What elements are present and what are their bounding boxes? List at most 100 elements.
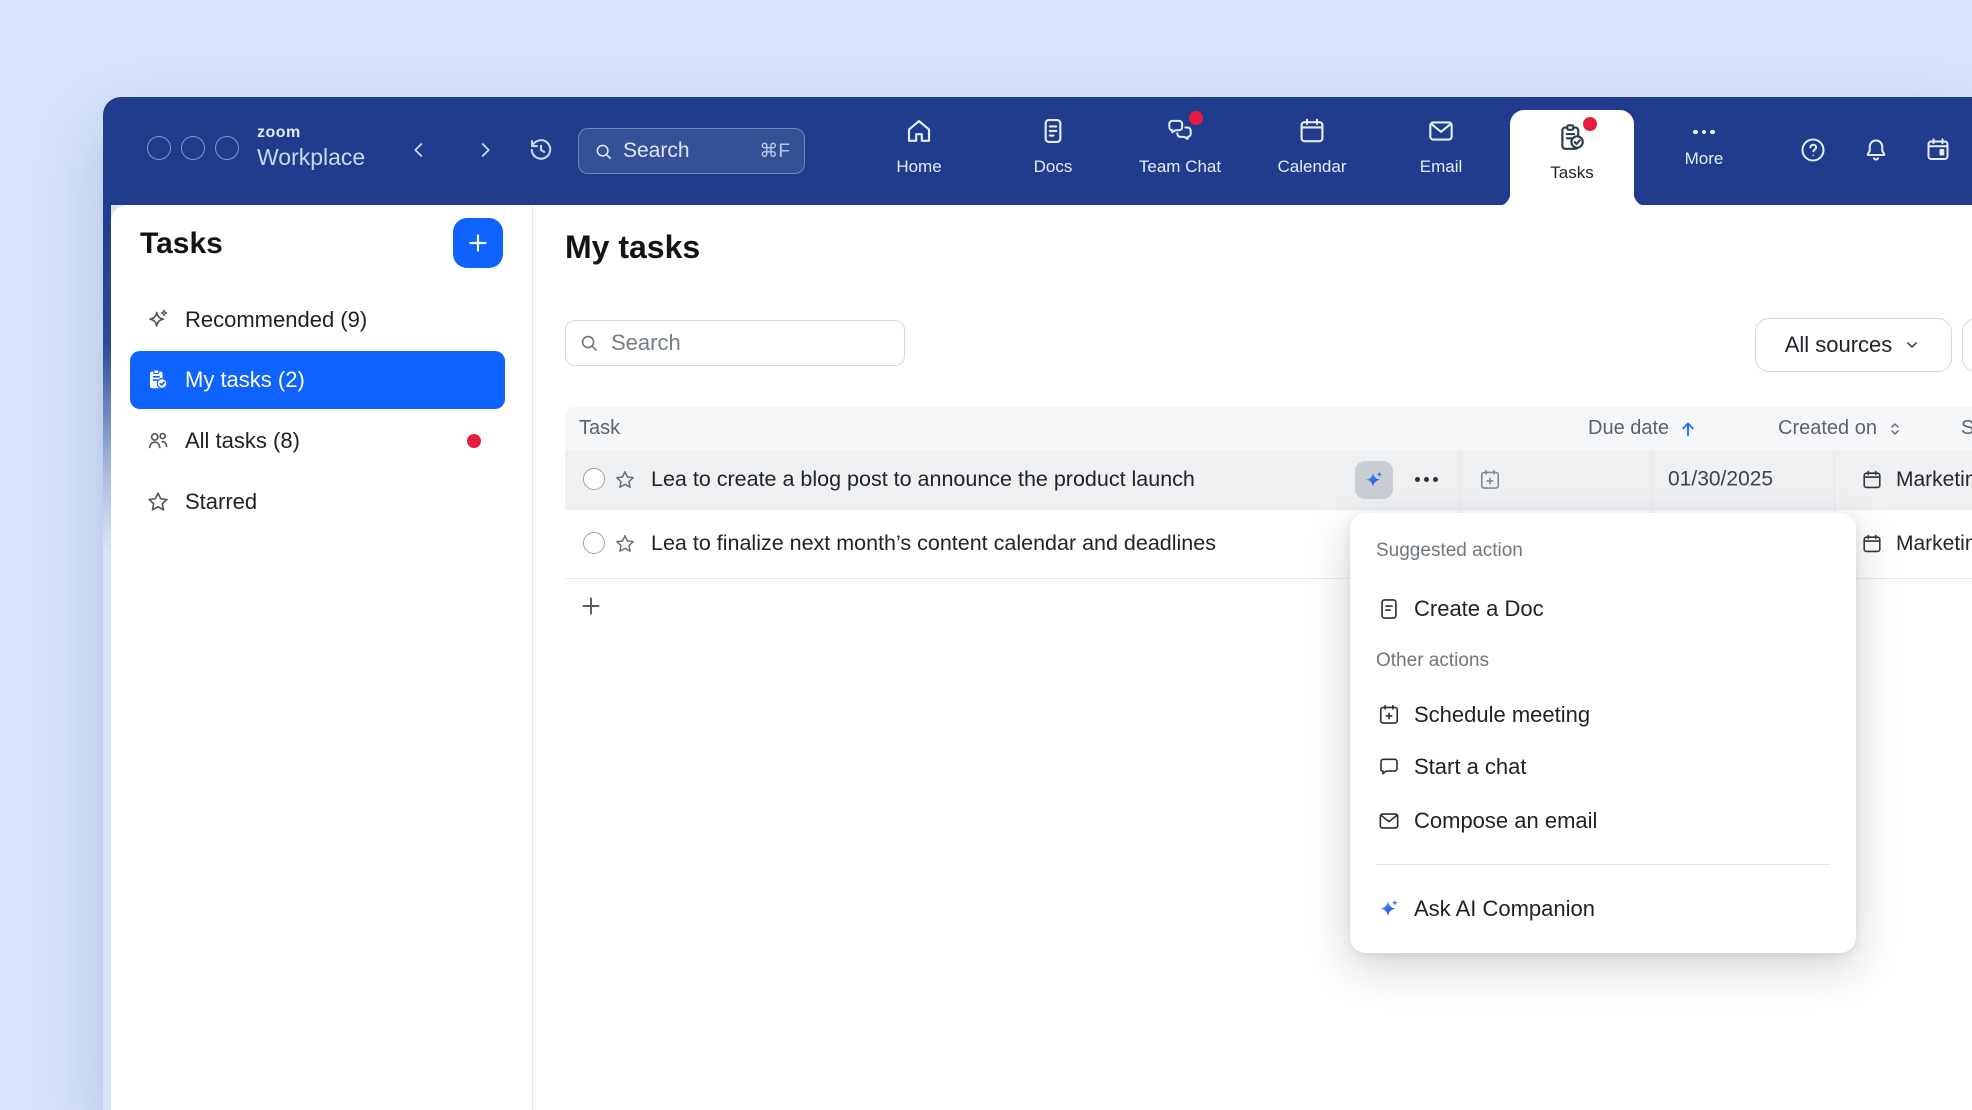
history-icon [526,135,556,165]
chat-bubble-icon [1376,754,1402,780]
nav-item-calendar[interactable]: Calendar [1254,111,1370,193]
window-left-rail [103,205,111,550]
task-title: Lea to finalize next month’s content cal… [651,531,1216,556]
column-header-task[interactable]: Task [579,407,620,450]
sidebar-item-my-tasks[interactable]: My tasks (2) [130,351,505,409]
chevron-left-icon [408,139,430,161]
menu-item-compose-email[interactable]: Compose an email [1362,799,1844,843]
nav-item-tasks-active[interactable]: Tasks [1510,110,1634,206]
search-icon [593,141,614,162]
nav-item-docs[interactable]: Docs [995,111,1111,193]
plus-icon [578,593,604,619]
star-icon[interactable] [613,468,637,492]
sidebar-item-label: All tasks (8) [185,428,467,454]
star-icon[interactable] [613,532,637,556]
column-header-due-date[interactable]: Due date [1588,407,1699,450]
team-chat-notification-dot [1189,111,1203,125]
nav-item-email[interactable]: Email [1383,111,1499,193]
menu-item-ask-ai-companion[interactable]: Ask AI Companion [1362,887,1844,931]
tasks-search-input[interactable] [609,329,892,357]
page-title: My tasks [565,229,700,266]
sources-filter-dropdown[interactable]: All sources [1755,318,1952,372]
team-chat-icon [1164,115,1196,147]
global-search-placeholder: Search [623,139,759,163]
chevron-down-icon [1902,335,1922,355]
add-task-button[interactable] [453,218,503,268]
table-row[interactable]: Lea to create a blog post to announce th… [565,450,1972,510]
sidebar-item-starred[interactable]: Starred [130,473,505,531]
column-header-created-on[interactable]: Created on [1778,407,1905,450]
column-header-source[interactable]: Source [1961,407,1972,450]
sidebar-title: Tasks [140,227,223,261]
notifications-button[interactable] [1861,135,1891,165]
calendar-icon [1296,115,1328,147]
row-more-actions-button[interactable] [1415,477,1438,482]
search-icon [578,332,600,354]
window-close-button[interactable] [147,136,171,160]
history-button[interactable] [526,135,556,165]
doc-icon [1376,596,1402,622]
ai-sparkle-icon [1362,468,1386,492]
logo-zoom-text: zoom [257,125,365,141]
sidebar-item-recommended[interactable]: Recommended (9) [130,291,505,349]
back-button[interactable] [406,137,432,163]
calendar-icon [1860,468,1884,492]
add-due-date-icon[interactable] [1477,467,1503,493]
task-source: Marketing [1860,468,1972,492]
more-ellipsis-icon [1693,120,1715,144]
forward-button[interactable] [472,137,498,163]
clipboard-check-icon [145,367,171,393]
sidebar-item-all-tasks[interactable]: All tasks (8) [130,412,505,470]
desktop-background: zoom Workplace Search ⌘F [0,0,1972,1110]
nav-item-team-chat[interactable]: Team Chat [1122,111,1238,193]
sort-ascending-icon [1677,418,1699,440]
task-actions-popup: Suggested action Create a Doc Other acti… [1350,513,1856,953]
chevron-right-icon [474,139,496,161]
window-minimize-button[interactable] [181,136,205,160]
window-zoom-button[interactable] [215,136,239,160]
calendar-date-icon [1923,135,1953,165]
task-title: Lea to create a blog post to announce th… [651,467,1195,492]
zoom-workplace-logo: zoom Workplace [257,125,365,169]
search-shortcut-hint: ⌘F [759,140,790,163]
tasks-notification-dot [1583,117,1597,131]
menu-item-create-doc[interactable]: Create a Doc [1362,587,1844,631]
global-search-field[interactable]: Search ⌘F [578,128,805,174]
sparkle-icon [145,307,171,333]
all-tasks-notification-dot [467,434,481,448]
task-complete-checkbox[interactable] [583,532,605,554]
ai-companion-button-active[interactable] [1355,461,1393,499]
people-icon [145,428,171,454]
sidebar-divider [532,205,533,1110]
content-panel: Tasks Recommended (9) [111,205,1972,1110]
nav-label-tasks: Tasks [1510,163,1634,183]
sort-both-icon [1885,419,1905,439]
task-source: Marketing [1860,532,1972,556]
zoom-workplace-window: zoom Workplace Search ⌘F [103,97,1972,1110]
menu-item-start-chat[interactable]: Start a chat [1362,745,1844,789]
email-icon [1376,808,1402,834]
email-icon [1425,115,1457,147]
menu-section-suggested: Suggested action [1376,539,1523,563]
sidebar-item-label: My tasks (2) [185,367,505,393]
add-new-task-button[interactable] [578,593,604,619]
help-icon [1798,135,1828,165]
nav-label-home: Home [861,157,977,177]
tasks-icon [1555,121,1589,155]
tasks-search-field[interactable] [565,320,905,366]
calendar-plus-icon [1376,702,1402,728]
nav-item-home[interactable]: Home [861,111,977,193]
source-label: Marketing [1896,468,1972,492]
filter-button-clipped[interactable] [1962,318,1972,372]
nav-label-email: Email [1383,157,1499,177]
source-label: Marketing [1896,532,1972,556]
date-calendar-button[interactable] [1923,135,1953,165]
docs-icon [1037,115,1069,147]
sidebar-item-label: Recommended (9) [185,307,505,333]
navbar: zoom Workplace Search ⌘F [103,97,1972,205]
nav-label-team-chat: Team Chat [1122,157,1238,177]
task-complete-checkbox[interactable] [583,468,605,490]
help-button[interactable] [1798,135,1828,165]
nav-item-more[interactable]: More [1646,111,1762,193]
menu-item-schedule-meeting[interactable]: Schedule meeting [1362,693,1844,737]
